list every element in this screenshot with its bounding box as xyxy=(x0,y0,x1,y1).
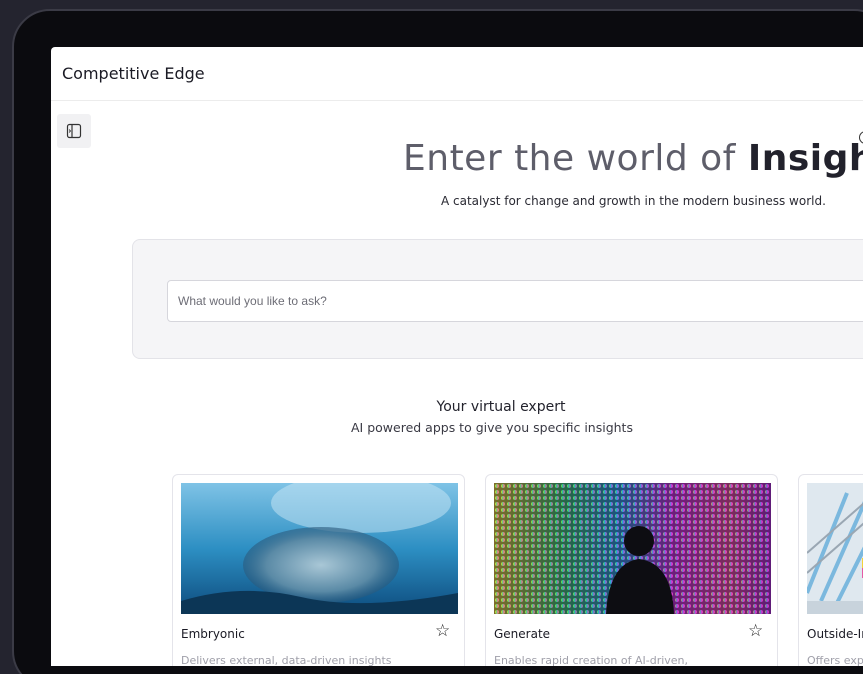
star-outline-icon[interactable]: ☆ xyxy=(748,622,763,640)
card-name: Embryonic xyxy=(181,627,245,641)
card-image xyxy=(807,483,863,614)
app-title: Competitive Edge xyxy=(62,64,205,83)
hero-title-emphasis: Insights xyxy=(747,138,863,179)
search-panel xyxy=(132,239,863,359)
search-input[interactable] xyxy=(167,280,863,322)
app-card-generate[interactable]: Generate ☆ Enables rapid creation of AI-… xyxy=(485,474,778,666)
app-card-outside-in[interactable]: Outside-In V ☆ Offers expans xyxy=(798,474,863,666)
section-title: Your virtual expert xyxy=(436,399,566,415)
card-image xyxy=(494,483,771,614)
app-card-embryonic[interactable]: Embryonic ☆ Delivers external, data-driv… xyxy=(172,474,465,666)
card-description: Offers expans xyxy=(807,654,863,666)
app-screen: Competitive Edge Enter the world of Insi… xyxy=(51,47,863,666)
hero-title: Enter the world of Insights xyxy=(403,138,863,179)
star-outline-icon[interactable]: ☆ xyxy=(435,622,450,640)
card-description: Enables rapid creation of AI-driven, xyxy=(494,654,689,666)
sidebar-panel-icon xyxy=(66,123,82,139)
card-name: Generate xyxy=(494,627,551,641)
tablet-frame: Competitive Edge Enter the world of Insi… xyxy=(12,9,863,674)
card-description: Delivers external, data-driven insights xyxy=(181,654,392,666)
sidebar-toggle-button[interactable] xyxy=(57,114,91,148)
top-bar: Competitive Edge xyxy=(51,47,863,101)
card-name: Outside-In V xyxy=(807,627,863,641)
card-image xyxy=(181,483,458,614)
hero-subtitle: A catalyst for change and growth in the … xyxy=(441,194,826,208)
hero-title-prefix: Enter the world of xyxy=(403,138,748,179)
section-subtitle: AI powered apps to give you specific ins… xyxy=(351,420,633,435)
